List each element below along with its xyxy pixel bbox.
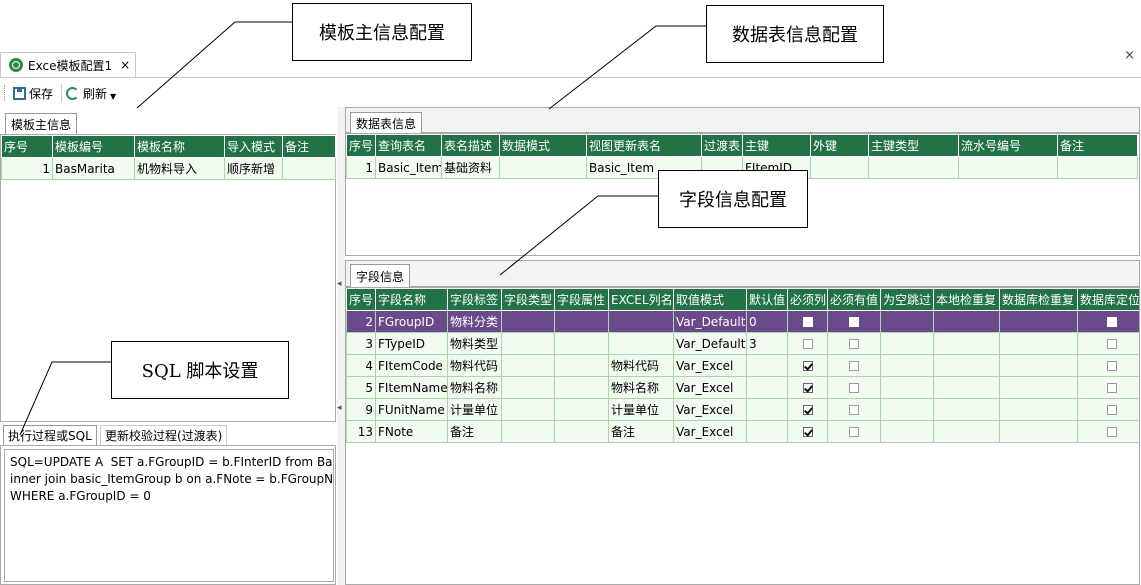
callout-template-main: 模板主信息配置 (292, 3, 472, 61)
leader-sql (19, 361, 111, 436)
leader-field (499, 195, 658, 276)
callout-datatable: 数据表信息配置 (706, 5, 884, 63)
callout-sql: SQL 脚本设置 (111, 341, 289, 399)
leader-template-main (136, 21, 292, 109)
leader-datatable (548, 25, 706, 110)
callout-leaders (19, 21, 706, 436)
callout-field: 字段信息配置 (658, 170, 808, 228)
